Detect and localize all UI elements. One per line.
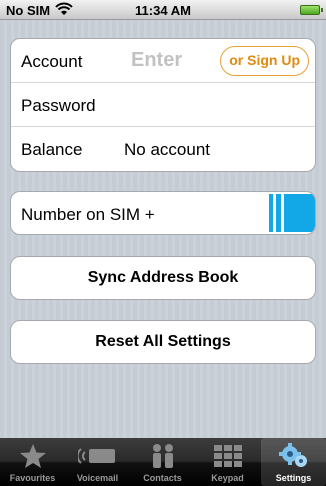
reset-all-settings-button[interactable]: Reset All Settings: [10, 320, 316, 364]
voicemail-icon: [76, 443, 118, 474]
password-row[interactable]: Password: [11, 83, 315, 127]
password-label: Password: [21, 96, 96, 115]
sim-number-label: Number on SIM +: [21, 205, 155, 224]
contacts-icon: [149, 443, 177, 474]
balance-label: Balance: [21, 140, 83, 159]
balance-value: No account: [124, 140, 210, 159]
sim-number-group[interactable]: Number on SIM +: [10, 191, 316, 235]
keypad-icon: [213, 443, 243, 474]
tab-keypad-label: Keypad: [211, 473, 244, 483]
tab-favourites[interactable]: Favourites: [0, 438, 65, 486]
tab-bar: Favourites Voicemail Contacts Keypad Set…: [0, 438, 326, 486]
tab-keypad[interactable]: Keypad: [195, 438, 260, 486]
balance-row: Balance No account: [11, 127, 315, 171]
tab-settings[interactable]: Settings: [261, 438, 326, 486]
tab-contacts-label: Contacts: [143, 473, 182, 483]
account-label: Account: [21, 52, 83, 71]
status-bar: No SIM 11:34 AM: [0, 0, 326, 20]
tab-settings-label: Settings: [275, 473, 312, 483]
sync-address-book-button[interactable]: Sync Address Book: [10, 256, 316, 300]
tab-voicemail[interactable]: Voicemail: [65, 438, 130, 486]
account-group: Account Enter or Sign Up Password Balanc…: [10, 38, 316, 172]
sign-up-button[interactable]: or Sign Up: [220, 46, 309, 76]
tab-favourites-label: Favourites: [9, 473, 56, 483]
tab-voicemail-label: Voicemail: [76, 473, 119, 483]
settings-content: Account Enter or Sign Up Password Balanc…: [0, 20, 326, 438]
clock: 11:34 AM: [135, 3, 191, 18]
sim-handle-icon[interactable]: [269, 194, 315, 232]
account-input[interactable]: Enter: [131, 49, 182, 72]
star-icon: [19, 443, 47, 474]
tab-contacts[interactable]: Contacts: [130, 438, 195, 486]
settings-gear-icon: [278, 443, 309, 474]
account-row[interactable]: Account Enter or Sign Up: [11, 39, 315, 83]
battery-icon: [300, 5, 323, 15]
